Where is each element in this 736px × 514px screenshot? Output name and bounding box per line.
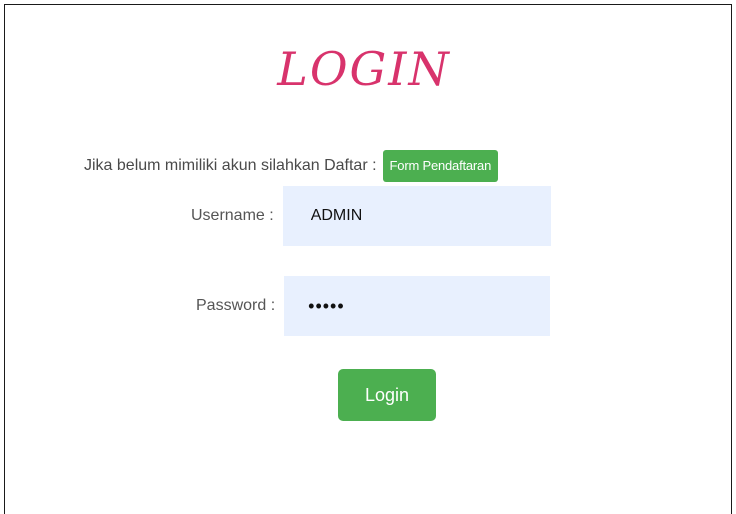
username-label: Username : [191,207,274,224]
login-button[interactable]: Login [338,369,436,421]
password-input[interactable] [284,276,551,336]
register-prompt-row: Jika belum mimiliki akun silahkan Daftar… [84,150,499,182]
registration-form-button[interactable]: Form Pendaftaran [382,150,499,182]
page-title: LOGIN [277,42,451,96]
register-prompt-text: Jika belum mimiliki akun silahkan Daftar… [84,157,377,174]
username-row: Username : [191,186,551,246]
username-input[interactable] [282,186,551,246]
password-row: Password : [196,276,551,336]
password-label: Password : [196,297,276,314]
